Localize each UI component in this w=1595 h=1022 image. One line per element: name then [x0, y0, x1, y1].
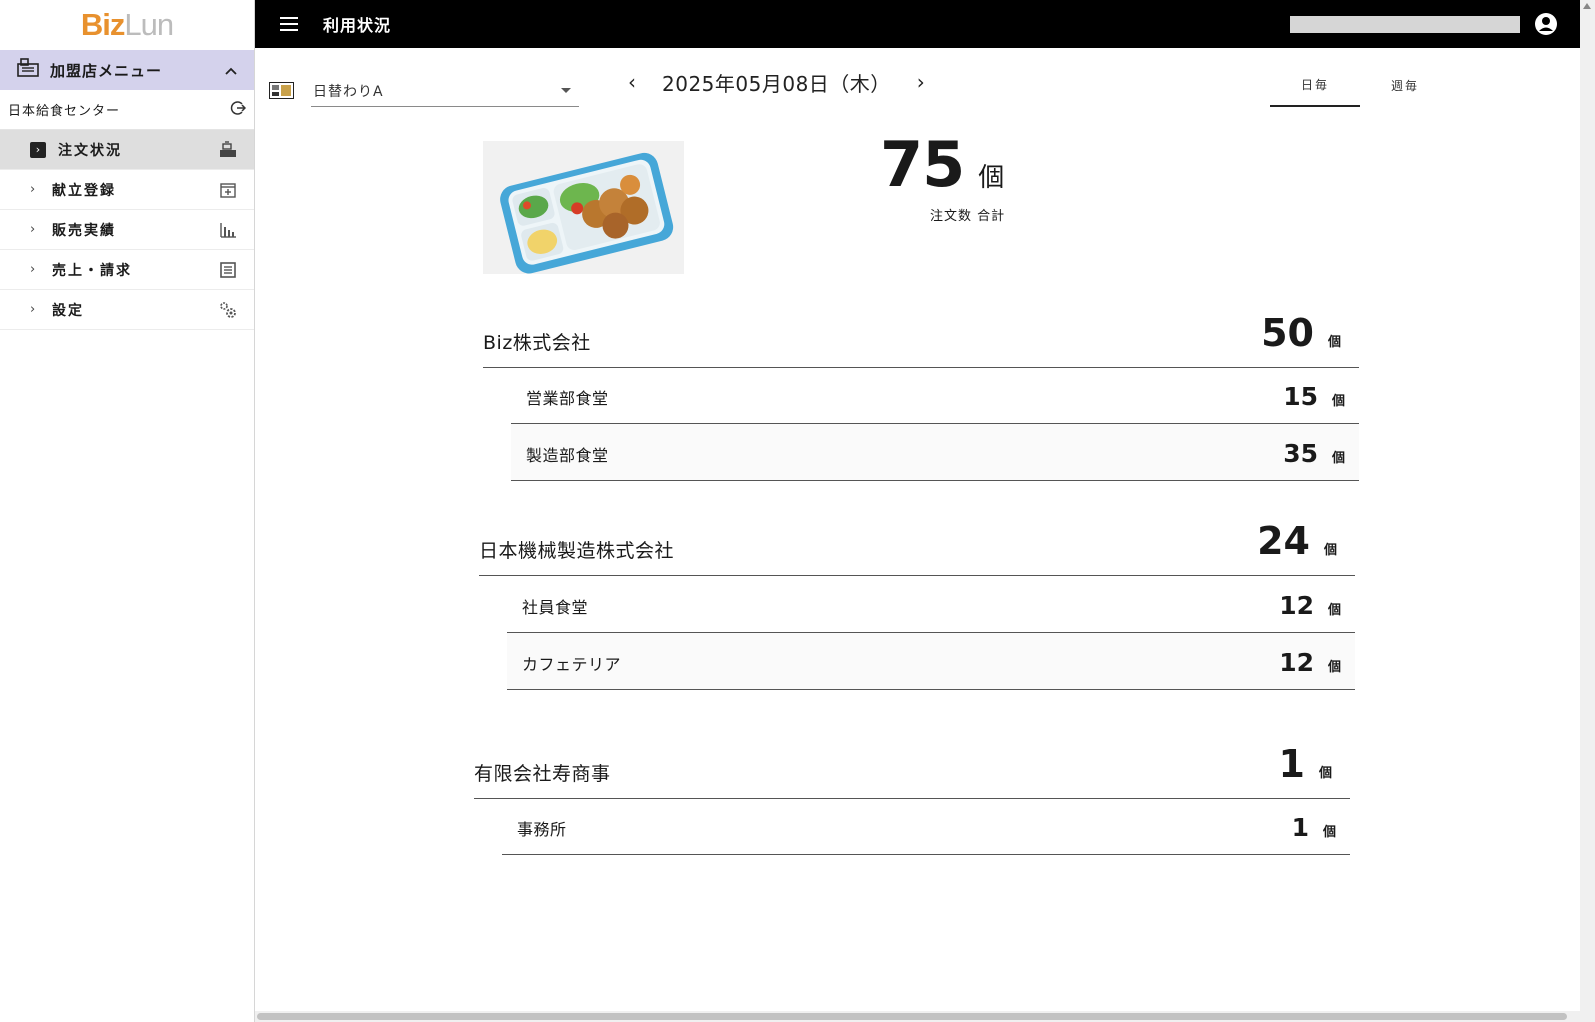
location-name: 営業部食堂 — [526, 389, 609, 408]
sidebar-item-label: 売上・請求 — [52, 262, 132, 279]
current-date: 2025年05月08日（木） — [662, 71, 891, 96]
qty-value: 35 — [1283, 439, 1318, 468]
company-row[interactable]: 有限会社寿商事 1個 — [474, 740, 1350, 799]
sidebar-item-order-status[interactable]: › 注文状況 — [0, 130, 254, 170]
location-qty: 12 個 — [1279, 648, 1355, 689]
location-row[interactable]: 製造部食堂 35 個 — [511, 424, 1359, 481]
page-title: 利用状況 — [323, 16, 392, 35]
menu-select-value: 日替わりA — [313, 83, 384, 100]
chevron-right-icon: › — [30, 262, 36, 277]
company-qty: 1個 — [1279, 742, 1350, 798]
horizontal-scrollbar[interactable] — [255, 1011, 1580, 1022]
qty-unit: 個 — [1323, 543, 1337, 558]
order-total-value: 75 — [880, 128, 965, 201]
qty-unit: 個 — [1327, 660, 1341, 675]
top-app-bar: 利用状況 — [255, 0, 1580, 48]
logo-text-lun: Lun — [124, 7, 174, 42]
location-name: 社員食堂 — [522, 598, 589, 617]
location-qty: 35 個 — [1283, 439, 1359, 480]
qty-unit: 個 — [1331, 394, 1345, 409]
qty-value: 15 — [1283, 382, 1318, 411]
company-row[interactable]: Biz株式会社 50 個 — [483, 305, 1359, 368]
sidebar-item-settings[interactable]: › 設定 — [0, 290, 254, 330]
location-row[interactable]: 事務所 1個 — [502, 799, 1350, 855]
qty-value: 12 — [1279, 591, 1314, 620]
account-circle-icon[interactable] — [1534, 12, 1558, 36]
qty-unit: 個 — [1318, 766, 1332, 781]
chevron-up-icon[interactable] — [224, 61, 238, 80]
company-name: Biz株式会社 — [483, 332, 591, 354]
gears-icon — [218, 300, 238, 320]
next-date-button[interactable]: › — [909, 70, 933, 94]
scroll-up-arrow-icon[interactable] — [1583, 3, 1591, 9]
location-qty: 12 個 — [1279, 591, 1355, 632]
tab-weekly[interactable]: 週毎 — [1360, 64, 1450, 107]
company-qty: 50 個 — [1261, 311, 1359, 367]
qty-value: 24 — [1257, 519, 1310, 563]
qty-value: 1 — [1278, 742, 1305, 786]
period-tabs: 日毎 週毎 — [1270, 64, 1450, 107]
company-name: 日本機械製造株式会社 — [479, 540, 675, 562]
location-name: 事務所 — [517, 820, 567, 839]
sidebar-item-label: 設定 — [52, 302, 84, 319]
meal-photo — [483, 141, 684, 274]
app-logo[interactable]: Biz Lun — [0, 0, 254, 50]
qty-unit: 個 — [1327, 603, 1341, 618]
location-name: 製造部食堂 — [526, 446, 609, 465]
user-name-box — [1290, 15, 1520, 33]
qty-value: 1 — [1291, 813, 1309, 842]
calendar-plus-icon — [218, 180, 238, 200]
bento-box-icon — [269, 82, 294, 99]
document-list-icon — [218, 260, 238, 280]
company-qty: 24 個 — [1257, 519, 1355, 575]
company-row[interactable]: 日本機械製造株式会社 24 個 — [479, 512, 1355, 576]
franchise-menu-label: 加盟店メニュー — [50, 61, 163, 80]
franchise-menu-header[interactable]: 加盟店メニュー — [0, 50, 254, 90]
dropdown-caret-icon — [561, 88, 571, 93]
cash-register-icon — [218, 140, 238, 160]
chevron-right-icon: › — [30, 222, 36, 237]
location-row[interactable]: 営業部食堂 15 個 — [511, 368, 1359, 424]
shop-name: 日本給食センター — [8, 104, 121, 119]
location-qty: 15 個 — [1283, 382, 1359, 423]
location-name: カフェテリア — [522, 655, 622, 674]
chevron-right-icon: › — [30, 302, 36, 317]
order-total-label: 注文数 合計 — [930, 209, 1006, 224]
previous-date-button[interactable]: ‹ — [620, 70, 644, 94]
register-icon — [16, 57, 40, 83]
location-row[interactable]: 社員食堂 12 個 — [507, 576, 1355, 633]
qty-value: 50 — [1261, 311, 1314, 355]
order-total-unit: 個 — [978, 163, 1005, 193]
qty-unit: 個 — [1322, 825, 1336, 840]
vertical-scrollbar[interactable] — [1580, 0, 1595, 1022]
qty-unit: 個 — [1331, 451, 1345, 466]
tab-daily[interactable]: 日毎 — [1270, 64, 1360, 107]
location-row[interactable]: カフェテリア 12 個 — [507, 633, 1355, 690]
qty-unit: 個 — [1327, 335, 1341, 350]
qty-value: 12 — [1279, 648, 1314, 677]
sidebar-item-billing[interactable]: › 売上・請求 — [0, 250, 254, 290]
sidebar-item-menu-register[interactable]: › 献立登録 — [0, 170, 254, 210]
order-total: 75 個 — [880, 128, 1004, 201]
shop-row: 日本給食センター — [0, 90, 254, 130]
sidebar-item-label: 献立登録 — [52, 182, 116, 199]
scrollbar-thumb[interactable] — [257, 1013, 1567, 1020]
bar-chart-icon — [218, 220, 238, 240]
sidebar-item-label: 注文状況 — [58, 142, 122, 159]
logout-icon[interactable] — [230, 100, 247, 120]
menu-select[interactable]: 日替わりA — [311, 75, 579, 107]
chevron-right-icon: › — [30, 141, 46, 158]
chevron-right-icon: › — [30, 182, 36, 197]
sidebar-item-label: 販売実績 — [52, 222, 116, 239]
logo-text-biz: Biz — [80, 7, 125, 42]
company-name: 有限会社寿商事 — [474, 763, 611, 785]
sidebar-item-sales-results[interactable]: › 販売実績 — [0, 210, 254, 250]
hamburger-menu-icon[interactable] — [255, 17, 323, 31]
location-qty: 1個 — [1292, 813, 1350, 854]
date-navigator: ‹ 2025年05月08日（木） › — [620, 64, 933, 100]
sidebar: Biz Lun 加盟店メニュー 日本給食センター › 注文状況 › 献立登録 › … — [0, 0, 255, 1022]
